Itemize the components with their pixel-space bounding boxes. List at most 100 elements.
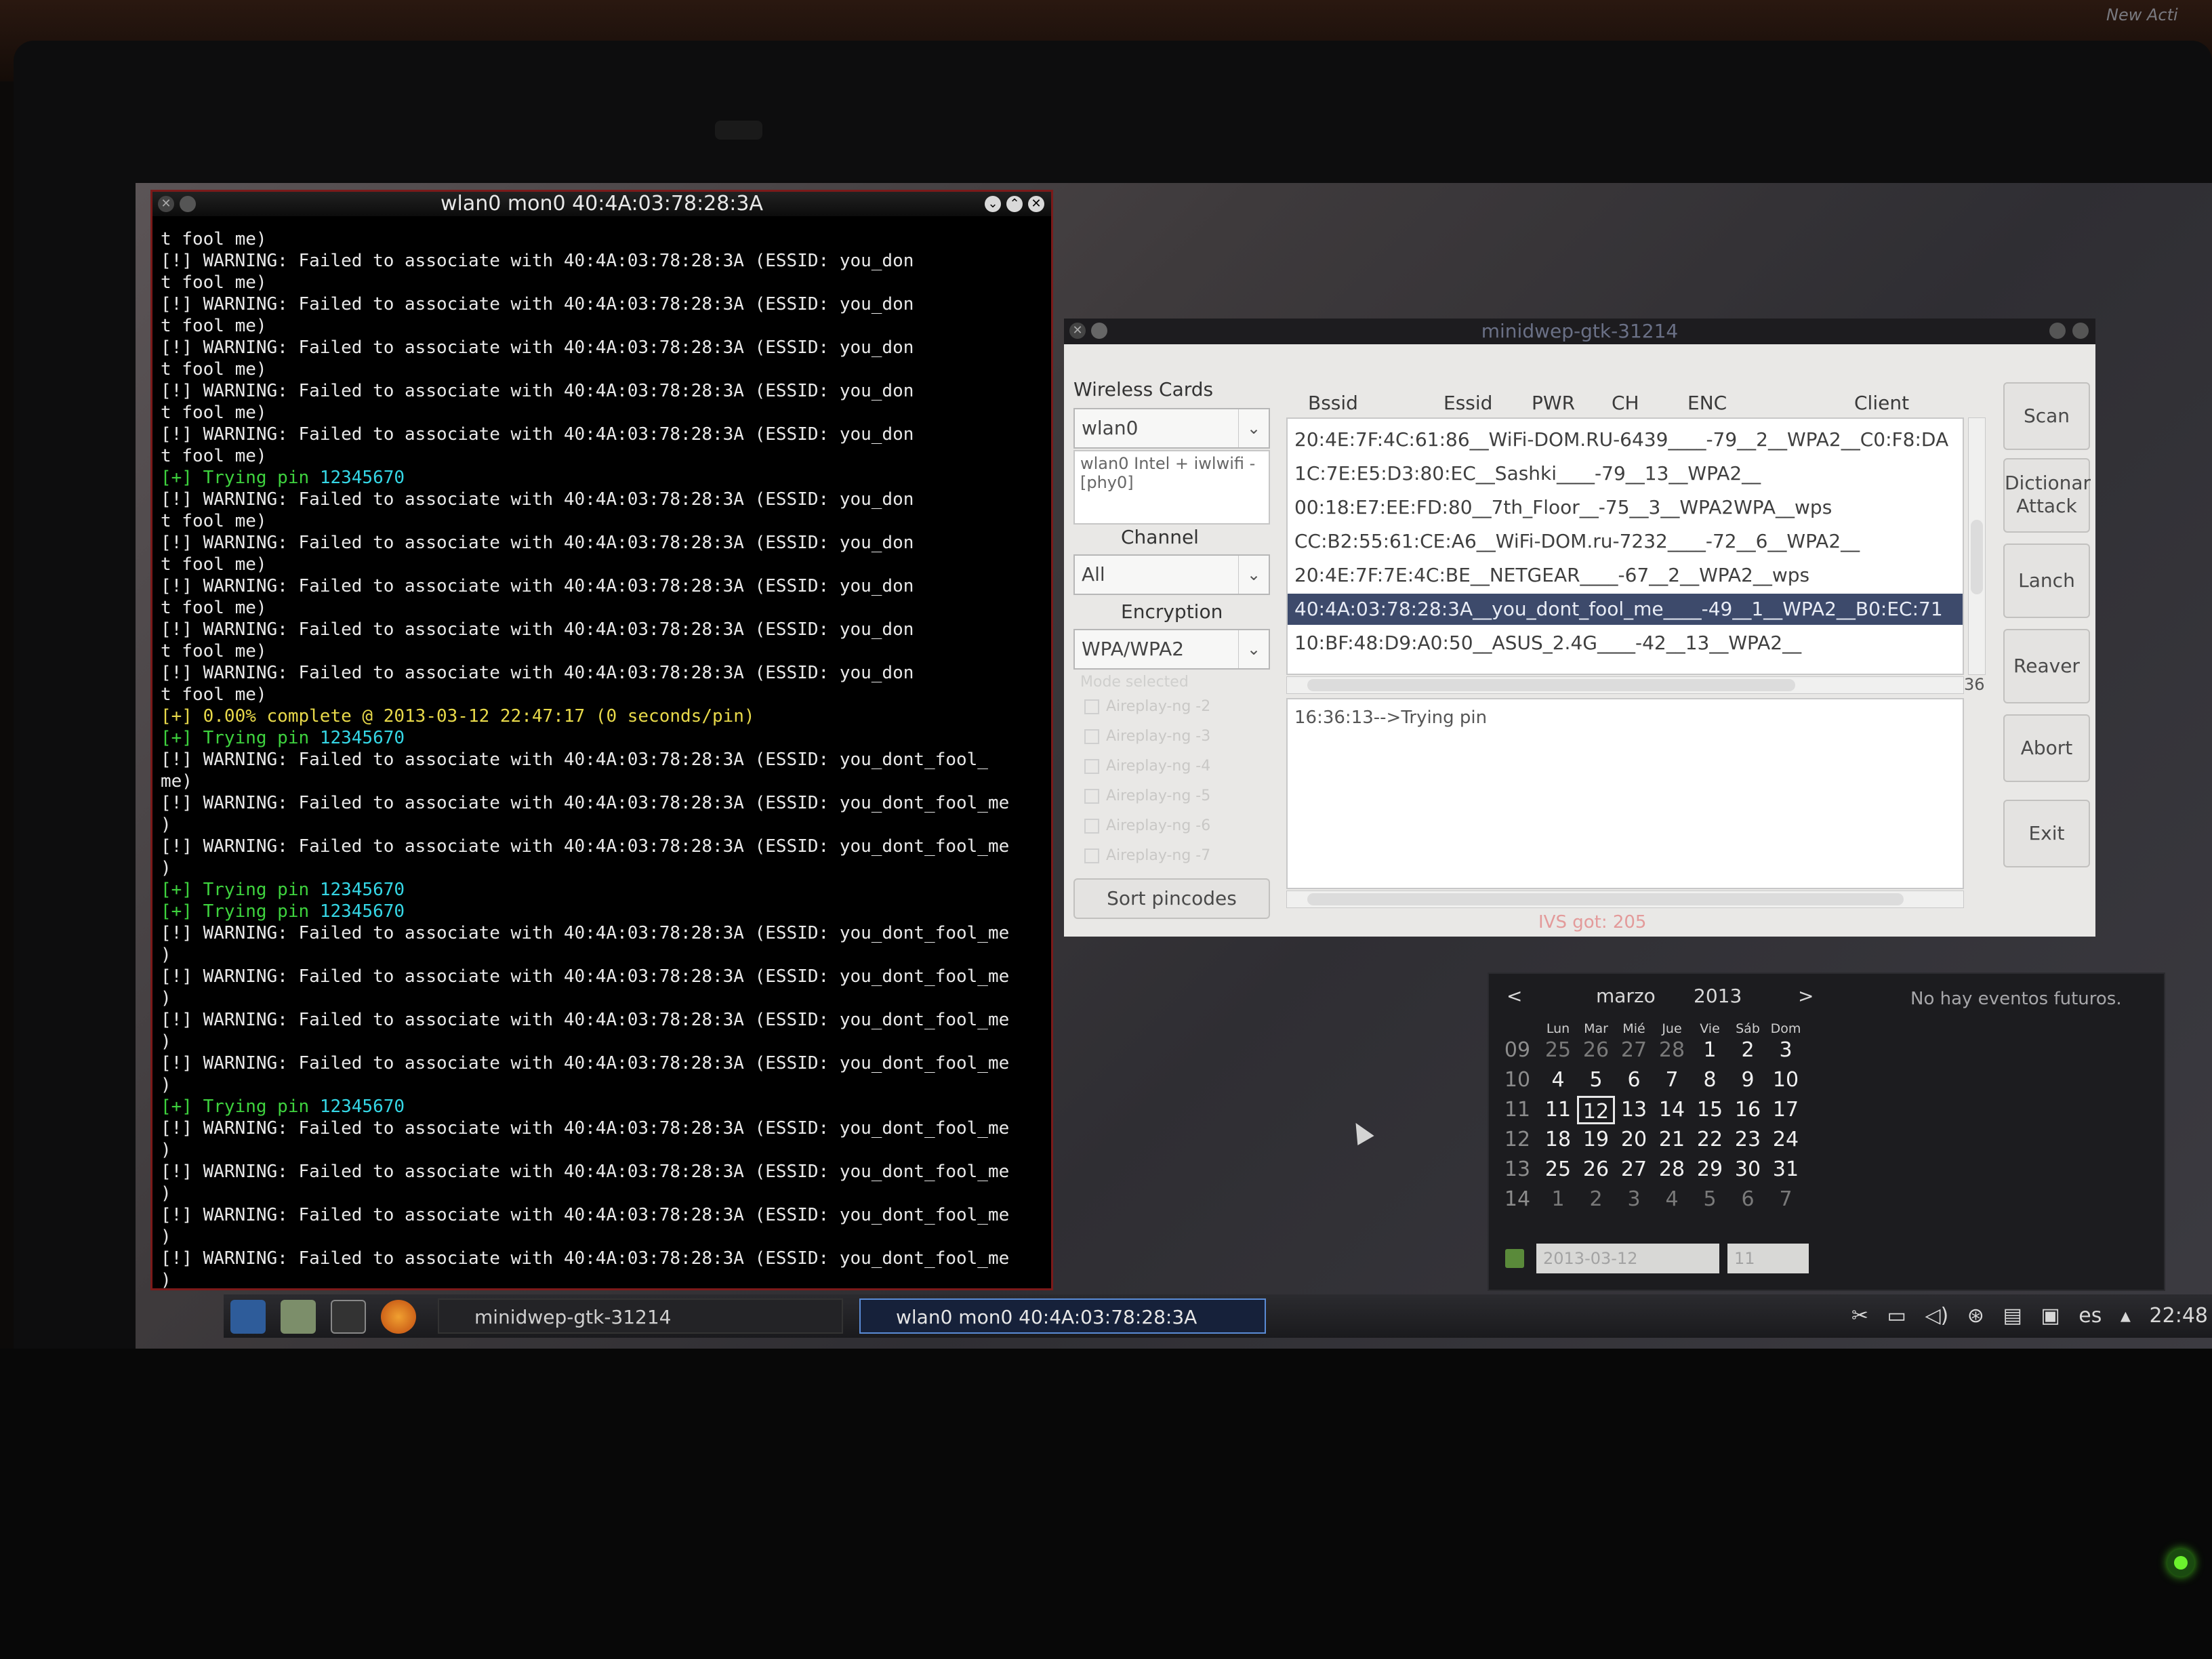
close-icon[interactable]: ✕ (1028, 196, 1044, 212)
network-icon[interactable]: ⊛ (1967, 1304, 1984, 1328)
network-tools-icon[interactable]: ✂ (1851, 1304, 1868, 1328)
calendar-day[interactable]: 2 (1577, 1185, 1615, 1214)
chevron-down-icon[interactable]: ⌄ (1238, 409, 1269, 447)
calendar-day[interactable]: 31 (1767, 1155, 1805, 1184)
sort-pincodes-button[interactable]: Sort pincodes (1073, 878, 1270, 919)
dictionary-attack-button[interactable]: Dictionar Attack (2003, 458, 2091, 533)
calendar-day[interactable]: 2 (1729, 1036, 1767, 1065)
log-hscroll[interactable] (1286, 890, 1964, 908)
network-row[interactable]: CC:B2:55:61:CE:A6__WiFi-DOM.ru-7232____-… (1288, 526, 1963, 557)
network-row[interactable]: 20:4E:7F:7E:4C:BE__NETGEAR____-67__2__WP… (1288, 560, 1963, 591)
column-header-ch[interactable]: CH (1612, 392, 1639, 414)
date-field[interactable]: 2013-03-12 (1536, 1244, 1719, 1273)
channel-select[interactable]: All ⌄ (1073, 554, 1270, 595)
activity-corner-label[interactable]: New Acti (2106, 5, 2178, 24)
calendar-day[interactable]: 3 (1615, 1185, 1653, 1214)
task-minidwep[interactable]: minidwep-gtk-31214 (438, 1298, 843, 1334)
device-icon[interactable]: ▣ (2041, 1304, 2060, 1328)
lanch-button[interactable]: Lanch (2003, 544, 2090, 618)
calendar-day[interactable]: 25 (1539, 1155, 1577, 1184)
calendar-day[interactable]: 8 (1691, 1066, 1729, 1094)
calendar-day[interactable]: 22 (1691, 1126, 1729, 1154)
chevron-down-icon[interactable]: ⌄ (1238, 556, 1269, 594)
mode-option[interactable]: Aireplay-ng -7 (1084, 847, 1210, 864)
mode-option[interactable]: Aireplay-ng -2 (1084, 698, 1210, 715)
reaver-button[interactable]: Reaver (2003, 629, 2090, 703)
scroll-thumb[interactable] (1971, 520, 1983, 594)
chevron-down-icon[interactable]: ⌄ (1238, 630, 1269, 668)
calendar-day[interactable]: 18 (1539, 1126, 1577, 1154)
network-row[interactable]: 10:BF:48:D9:A0:50__ASUS_2.4G____-42__13_… (1288, 628, 1963, 659)
calendar-day[interactable]: 9 (1729, 1066, 1767, 1094)
scroll-thumb[interactable] (1307, 893, 1904, 905)
encryption-select[interactable]: WPA/WPA2 ⌄ (1073, 629, 1270, 670)
calendar-day[interactable]: 5 (1577, 1066, 1615, 1094)
calendar-day[interactable]: 28 (1653, 1036, 1691, 1065)
calendar-day[interactable]: 19 (1577, 1126, 1615, 1154)
mode-option[interactable]: Aireplay-ng -5 (1084, 787, 1210, 804)
calendar-icon[interactable] (1505, 1249, 1524, 1268)
clock[interactable]: 22:48 (2150, 1304, 2208, 1328)
terminal-window[interactable]: ✕ wlan0 mon0 40:4A:03:78:28:3A ⌄ ⌃ ✕ t f… (150, 190, 1053, 1290)
calendar-day[interactable]: 26 (1577, 1155, 1615, 1184)
kde-menu-icon[interactable] (230, 1300, 266, 1334)
network-list-vscroll[interactable] (1968, 417, 1986, 675)
prev-month-button[interactable]: < (1507, 985, 1522, 1007)
mode-option[interactable]: Aireplay-ng -3 (1084, 728, 1210, 745)
calendar-day[interactable]: 5 (1691, 1185, 1729, 1214)
calendar-day[interactable]: 23 (1729, 1126, 1767, 1154)
minidwep-titlebar[interactable]: ✕ minidwep-gtk-31214 (1064, 319, 2095, 344)
column-header-bssid[interactable]: Bssid (1308, 392, 1358, 414)
calendar-day[interactable]: 17 (1767, 1096, 1805, 1124)
maximize-icon[interactable]: ⌃ (1006, 196, 1023, 212)
pin-icon[interactable] (1091, 323, 1107, 339)
mode-option[interactable]: Aireplay-ng -4 (1084, 758, 1210, 775)
calendar-day[interactable]: 28 (1653, 1155, 1691, 1184)
task-terminal[interactable]: wlan0 mon0 40:4A:03:78:28:3A (859, 1298, 1266, 1334)
network-row[interactable]: 20:4E:7F:4C:61:86__WiFi-DOM.RU-6439____-… (1288, 424, 1963, 455)
calendar-day[interactable]: 25 (1539, 1036, 1577, 1065)
week-field[interactable]: 11 (1727, 1244, 1809, 1273)
calendar-day[interactable]: 15 (1691, 1096, 1729, 1124)
calendar-day[interactable]: 27 (1615, 1036, 1653, 1065)
calendar-day[interactable]: 6 (1615, 1066, 1653, 1094)
abort-button[interactable]: Abort (2003, 714, 2090, 782)
calendar-day[interactable]: 26 (1577, 1036, 1615, 1065)
display-icon[interactable]: ▭ (1887, 1304, 1906, 1328)
terminal-launcher-icon[interactable] (331, 1300, 366, 1334)
calendar-day[interactable]: 29 (1691, 1155, 1729, 1184)
keyboard-layout[interactable]: es (2078, 1304, 2102, 1328)
calendar-day[interactable]: 7 (1653, 1066, 1691, 1094)
column-header-pwr[interactable]: PWR (1532, 392, 1575, 414)
tray-expand-icon[interactable]: ▴ (2121, 1304, 2131, 1328)
minimize-icon[interactable]: ⌄ (985, 196, 1001, 212)
calendar-day[interactable]: 3 (1767, 1036, 1805, 1065)
scroll-thumb[interactable] (1307, 679, 1795, 691)
calendar-day[interactable]: 7 (1767, 1185, 1805, 1214)
pin-icon[interactable] (180, 196, 196, 212)
calendar-day[interactable]: 6 (1729, 1185, 1767, 1214)
next-month-button[interactable]: > (1798, 985, 1814, 1007)
maximize-icon[interactable] (2072, 323, 2089, 339)
wireless-card-select[interactable]: wlan0 ⌄ (1073, 408, 1270, 449)
calendar-day[interactable]: 27 (1615, 1155, 1653, 1184)
window-menu-icon[interactable]: ✕ (158, 196, 174, 212)
column-header-enc[interactable]: ENC (1687, 392, 1727, 414)
calendar-day-today[interactable]: 12 (1577, 1096, 1615, 1124)
exit-button[interactable]: Exit (2003, 800, 2090, 867)
terminal-titlebar[interactable]: ✕ wlan0 mon0 40:4A:03:78:28:3A ⌄ ⌃ ✕ (152, 192, 1051, 216)
calendar-popup[interactable]: < marzo 2013 > Lun Mar Mié Jue Vie Sáb Dom 09 25… (1488, 972, 2165, 1291)
minimize-icon[interactable] (2049, 323, 2066, 339)
network-list-hscroll[interactable] (1286, 676, 1964, 694)
volume-icon[interactable]: ◁) (1925, 1304, 1948, 1328)
calendar-day[interactable]: 24 (1767, 1126, 1805, 1154)
calendar-day[interactable]: 11 (1539, 1096, 1577, 1124)
calendar-day[interactable]: 21 (1653, 1126, 1691, 1154)
file-manager-icon[interactable] (281, 1300, 316, 1334)
window-menu-icon[interactable]: ✕ (1069, 323, 1086, 339)
mode-option[interactable]: Aireplay-ng -6 (1084, 817, 1210, 834)
scan-button[interactable]: Scan (2003, 382, 2090, 450)
clipboard-icon[interactable]: ▤ (2003, 1304, 2022, 1328)
minidwep-window[interactable]: ✕ minidwep-gtk-31214 Wireless Cards wlan… (1064, 319, 2095, 937)
calendar-day[interactable]: 20 (1615, 1126, 1653, 1154)
